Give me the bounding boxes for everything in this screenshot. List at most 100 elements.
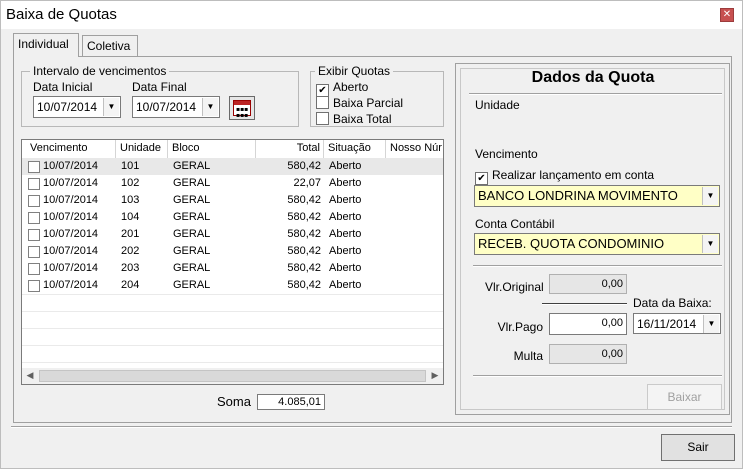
cell-vencimento: 10/07/2014 — [43, 194, 99, 206]
cell-situacao: Aberto — [329, 245, 362, 257]
close-icon[interactable]: ✕ — [720, 8, 734, 22]
data-baixa-label: Data da Baixa: — [633, 296, 712, 310]
horizontal-scrollbar[interactable]: ◀ ▶ — [22, 368, 443, 384]
conta-contabil-value: RECEB. QUOTA CONDOMINIO — [478, 236, 665, 251]
title-bar[interactable]: Baixa de Quotas ✕ — [1, 1, 742, 29]
cell-situacao: Aberto — [329, 228, 362, 240]
row-checkbox[interactable] — [28, 280, 40, 292]
scroll-left-icon[interactable]: ◀ — [22, 368, 38, 384]
banco-select[interactable]: BANCO LONDRINA MOVIMENTO ▼ — [474, 185, 720, 207]
chevron-down-icon[interactable]: ▼ — [703, 315, 719, 333]
multa-label: Multa — [513, 349, 543, 363]
conta-contabil-select[interactable]: RECEB. QUOTA CONDOMINIO ▼ — [474, 233, 720, 255]
table-row[interactable]: 10/07/2014 204 GERAL 580,42 Aberto — [22, 277, 443, 294]
vencimento-label: Vencimento — [475, 147, 538, 161]
cell-vencimento: 10/07/2014 — [43, 262, 99, 274]
tab-coletiva[interactable]: Coletiva — [82, 35, 138, 57]
soma-label: Soma — [217, 394, 251, 409]
row-checkbox[interactable] — [28, 246, 40, 258]
cell-bloco: GERAL — [173, 177, 211, 189]
multa-value: 0,00 — [601, 348, 623, 360]
vlr-pago-label: Vlr.Pago — [497, 320, 543, 334]
data-inicial-value: 10/07/2014 — [37, 100, 98, 114]
cell-bloco: GERAL — [173, 279, 211, 291]
tab-coletiva-label: Coletiva — [87, 39, 131, 53]
checkbox-aberto[interactable]: ✔ Aberto — [316, 80, 368, 97]
checkbox-baixa-parcial-label: Baixa Parcial — [333, 96, 404, 110]
realizar-lancamento-label: Realizar lançamento em conta — [492, 168, 655, 182]
row-checkbox[interactable] — [28, 161, 40, 173]
vlr-original-label: Vlr.Original — [485, 280, 544, 294]
cell-total: 580,42 — [287, 279, 321, 291]
calendar-refresh-button[interactable]: ▪▪▪ ▪▪▪ — [229, 96, 255, 120]
vlr-pago-value: 0,00 — [601, 317, 623, 329]
chevron-down-icon[interactable]: ▼ — [702, 187, 718, 205]
cell-bloco: GERAL — [173, 245, 211, 257]
row-checkbox[interactable] — [28, 212, 40, 224]
column-situacao[interactable]: Situação — [324, 140, 386, 158]
baixa-quotas-window: Baixa de Quotas ✕ Individual Coletiva In… — [0, 0, 743, 469]
table-row[interactable]: 10/07/2014 201 GERAL 580,42 Aberto — [22, 226, 443, 243]
quotas-list[interactable]: Vencimento Unidade Bloco Total Situação … — [21, 139, 444, 385]
window-title: Baixa de Quotas — [6, 6, 117, 23]
cell-vencimento: 10/07/2014 — [43, 228, 99, 240]
cell-vencimento: 10/07/2014 — [43, 160, 99, 172]
list-header: Vencimento Unidade Bloco Total Situação … — [22, 140, 443, 159]
unidade-label: Unidade — [475, 98, 520, 112]
table-row[interactable]: 10/07/2014 202 GERAL 580,42 Aberto — [22, 243, 443, 260]
cell-bloco: GERAL — [173, 160, 211, 172]
data-final-picker[interactable]: 10/07/2014 ▼ — [132, 96, 220, 118]
data-baixa-picker[interactable]: 16/11/2014 ▼ — [633, 313, 721, 334]
cell-bloco: GERAL — [173, 228, 211, 240]
row-checkbox[interactable] — [28, 178, 40, 190]
table-row[interactable]: 10/07/2014 101 GERAL 580,42 Aberto — [22, 158, 443, 175]
row-checkbox[interactable] — [28, 263, 40, 275]
cell-total: 22,07 — [293, 177, 321, 189]
sair-button[interactable]: Sair — [661, 434, 735, 461]
checkbox-baixa-total[interactable]: Baixa Total — [316, 112, 391, 126]
column-vencimento[interactable]: Vencimento — [22, 140, 116, 158]
cell-bloco: GERAL — [173, 262, 211, 274]
cell-vencimento: 10/07/2014 — [43, 245, 99, 257]
checkbox-baixa-parcial[interactable]: Baixa Parcial — [316, 96, 403, 110]
tab-individual[interactable]: Individual — [13, 33, 79, 57]
column-nosso-numero[interactable]: Nosso Núr — [386, 140, 443, 158]
chevron-down-icon[interactable]: ▼ — [702, 235, 718, 253]
row-checkbox[interactable] — [28, 195, 40, 207]
vlr-pago-input[interactable]: 0,00 — [549, 313, 627, 335]
scroll-right-icon[interactable]: ▶ — [427, 368, 443, 384]
baixar-button[interactable]: Baixar — [647, 384, 722, 410]
cell-total: 580,42 — [287, 228, 321, 240]
data-baixa-value: 16/11/2014 — [637, 317, 697, 331]
cell-situacao: Aberto — [329, 262, 362, 274]
multa-field: 0,00 — [549, 344, 627, 364]
vlr-original-value: 0,00 — [601, 278, 623, 290]
scrollbar-thumb[interactable] — [39, 370, 426, 382]
table-row[interactable]: 10/07/2014 103 GERAL 580,42 Aberto — [22, 192, 443, 209]
cell-total: 580,42 — [287, 160, 321, 172]
cell-situacao: Aberto — [329, 211, 362, 223]
chevron-down-icon[interactable]: ▼ — [103, 98, 119, 116]
cell-total: 580,42 — [287, 194, 321, 206]
calendar-icon: ▪▪▪ ▪▪▪ — [233, 100, 251, 119]
column-bloco[interactable]: Bloco — [168, 140, 256, 158]
conta-contabil-label: Conta Contábil — [475, 217, 555, 231]
cell-bloco: GERAL — [173, 211, 211, 223]
cell-vencimento: 10/07/2014 — [43, 279, 99, 291]
table-row[interactable]: 10/07/2014 203 GERAL 580,42 Aberto — [22, 260, 443, 277]
cell-unidade: 203 — [121, 262, 140, 274]
column-total[interactable]: Total — [256, 140, 324, 158]
checkbox-realizar-lancamento[interactable]: ✔ Realizar lançamento em conta — [475, 168, 654, 185]
cell-situacao: Aberto — [329, 160, 362, 172]
data-final-value: 10/07/2014 — [136, 100, 197, 114]
cell-unidade: 101 — [121, 160, 140, 172]
cell-situacao: Aberto — [329, 177, 362, 189]
chevron-down-icon[interactable]: ▼ — [202, 98, 218, 116]
row-checkbox[interactable] — [28, 229, 40, 241]
checkbox-baixa-total-label: Baixa Total — [333, 112, 392, 126]
table-row[interactable]: 10/07/2014 102 GERAL 22,07 Aberto — [22, 175, 443, 192]
data-inicial-picker[interactable]: 10/07/2014 ▼ — [33, 96, 121, 118]
cell-total: 580,42 — [287, 262, 321, 274]
table-row[interactable]: 10/07/2014 104 GERAL 580,42 Aberto — [22, 209, 443, 226]
column-unidade[interactable]: Unidade — [116, 140, 168, 158]
